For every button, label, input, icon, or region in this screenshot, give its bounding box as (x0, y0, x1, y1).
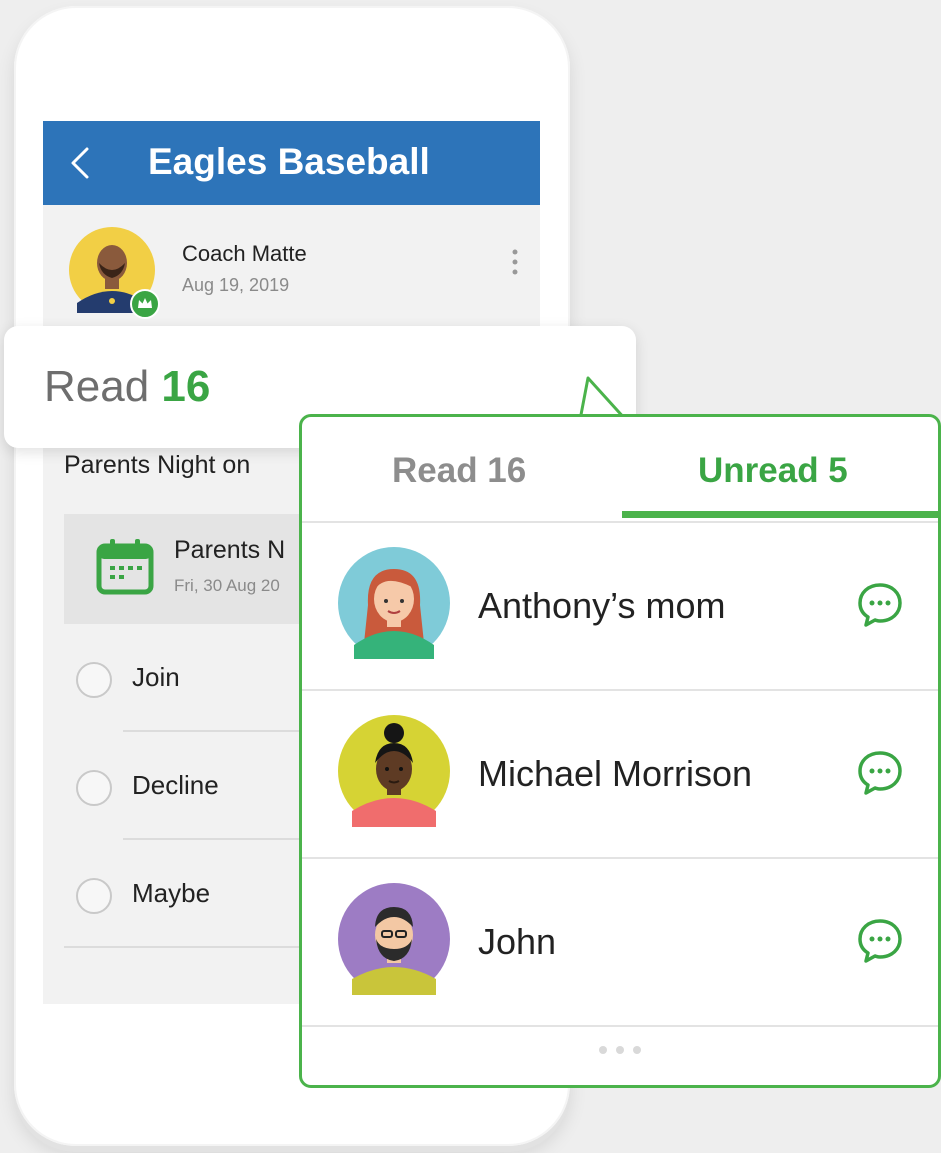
chat-bubble-icon[interactable] (856, 917, 904, 965)
app-bar: Eagles Baseball (43, 121, 540, 205)
list-item[interactable]: Anthony’s mom (302, 521, 938, 691)
rsvp-label: Join (132, 662, 180, 692)
radio-button[interactable] (76, 662, 112, 698)
avatar (338, 715, 450, 827)
radio-button[interactable] (76, 878, 112, 914)
post-header: Coach Matte Aug 19, 2019 (43, 205, 540, 325)
tab-unread[interactable]: Unread 5 (698, 451, 848, 491)
chat-bubble-icon[interactable] (856, 749, 904, 797)
more-horizontal-icon[interactable] (595, 1045, 645, 1055)
avatar (338, 547, 450, 659)
radio-button[interactable] (76, 770, 112, 806)
person-name: Michael Morrison (478, 753, 753, 794)
rsvp-label: Maybe (132, 878, 211, 908)
post-text: Parents Night on (64, 451, 251, 479)
person-name: John (478, 921, 557, 962)
rsvp-label: Decline (132, 770, 219, 800)
read-count-value: 16 (161, 362, 211, 411)
post-date: Aug 19, 2019 (182, 275, 290, 295)
back-button[interactable] (63, 143, 99, 183)
event-date: Fri, 30 Aug 20 (174, 576, 280, 595)
person-name: Anthony’s mom (478, 585, 726, 626)
read-label-text: Read (44, 362, 150, 411)
readers-popup: Read 16 Unread 5 Anthony’s mom Michael M… (299, 414, 941, 1088)
list-item[interactable]: John (302, 857, 938, 1027)
active-tab-indicator (622, 511, 938, 518)
readers-tabs: Read 16 Unread 5 (302, 417, 938, 523)
crown-badge-icon (130, 289, 160, 319)
read-count-label: Read 16 (44, 362, 210, 412)
tab-read[interactable]: Read 16 (392, 451, 526, 491)
list-item[interactable]: Michael Morrison (302, 689, 938, 859)
chat-bubble-icon[interactable] (856, 581, 904, 629)
avatar (338, 883, 450, 995)
more-vertical-icon[interactable] (505, 245, 525, 279)
app-bar-title: Eagles Baseball (148, 141, 430, 182)
author-name: Coach Matte (182, 241, 307, 266)
event-title: Parents N (174, 536, 286, 564)
calendar-icon (96, 539, 154, 595)
